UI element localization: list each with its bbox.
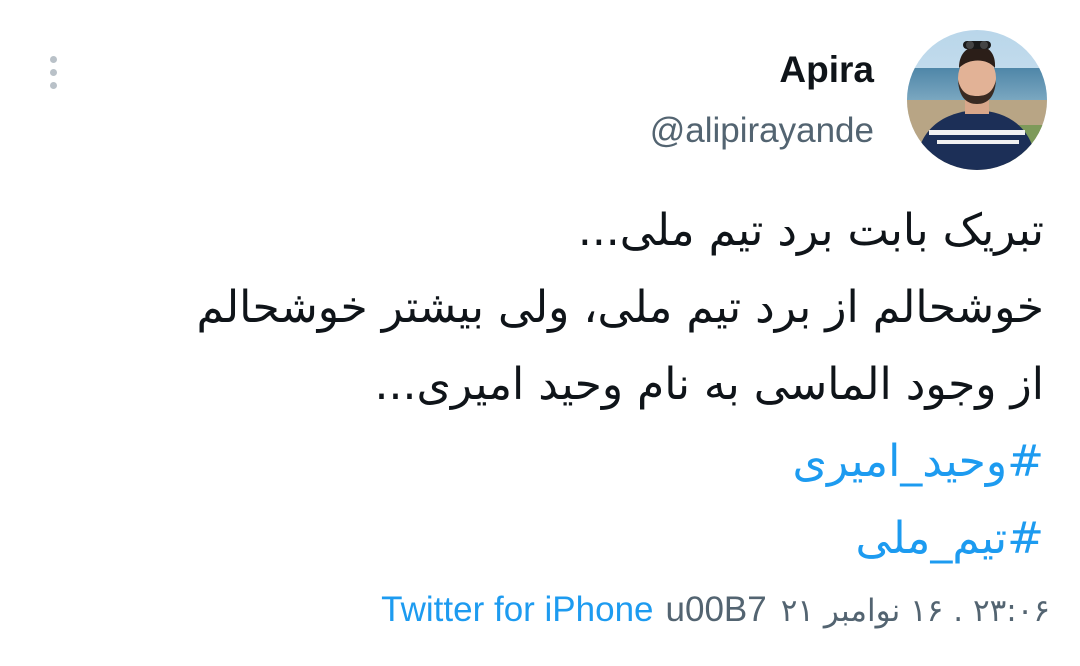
tweet-text: تبریک بابت برد تیم ملی... خوشحالم از برد… [34,192,1044,577]
dot [49,55,57,63]
separator-code: u00B7 [665,590,767,629]
tweet-line: از وجود الماسی به نام وحید امیری... [374,359,1044,410]
dot [49,81,57,89]
user-handle[interactable]: @alipirayande [650,106,874,156]
dot [49,68,57,76]
display-name[interactable]: Apira [650,44,874,96]
tweet-meta: Twitter for iPhone u00B7 ۲۳:۰۶ . ۱۶ نوام… [381,584,1050,637]
timestamp[interactable]: ۲۳:۰۶ . ۱۶ نوامبر ۲۱ [781,585,1050,637]
author-info: Apira @alipirayande [650,44,874,156]
avatar[interactable] [907,30,1047,170]
hashtag-link[interactable]: #تیم_ملی [34,500,1044,577]
avatar-photo [907,30,1047,170]
tweet-line: خوشحالم از برد تیم ملی، ولی بیشتر خوشحال… [196,282,1044,333]
source-link[interactable]: Twitter for iPhone [381,584,653,636]
tweet-line: تبریک بابت برد تیم ملی... [577,205,1044,256]
more-options-icon[interactable] [40,52,66,92]
hashtag-link[interactable]: #وحید_امیری [34,423,1044,500]
